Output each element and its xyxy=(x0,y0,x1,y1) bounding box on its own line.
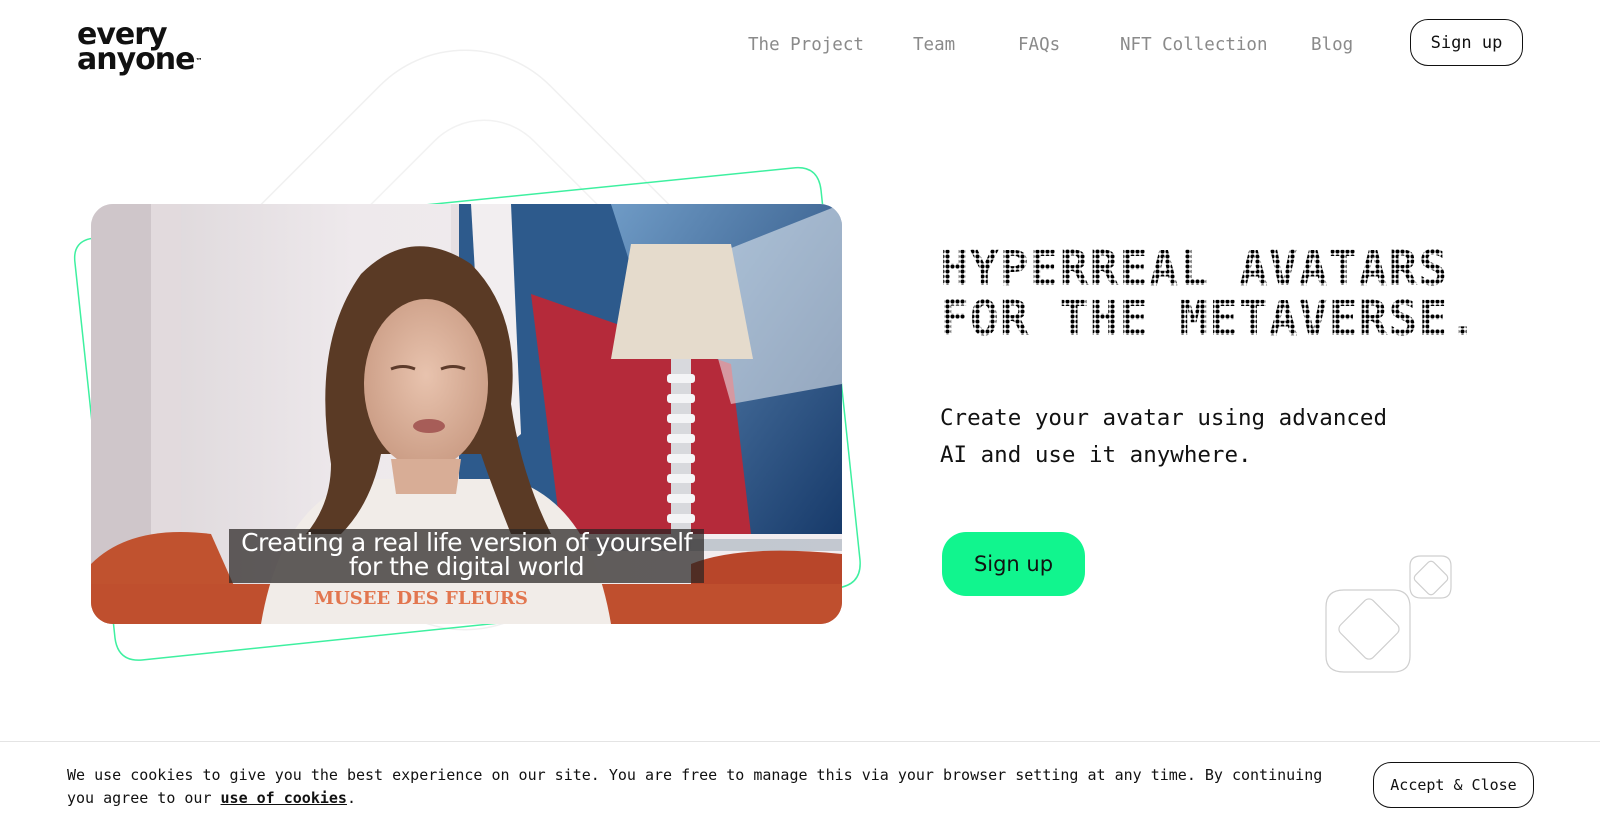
headline-line-1: HYPERREAL AVATARS xyxy=(940,244,1540,294)
video-caption: Creating a real life version of yourself… xyxy=(229,529,704,583)
hero-headline: HYPERREAL AVATARS FOR THE METAVERSE. xyxy=(940,244,1540,344)
site-header: every anyone™ The Project Team FAQs NFT … xyxy=(0,0,1600,90)
logo-line-2: anyone™ xyxy=(77,42,202,77)
shirt-print: MUSEE DES FLEURS xyxy=(314,588,528,609)
subtitle-line-1: Create your avatar using advanced xyxy=(940,405,1388,431)
nav-item-blog[interactable]: Blog xyxy=(1311,35,1353,55)
nav-item-team[interactable]: Team xyxy=(913,35,955,55)
cookie-policy-link[interactable]: use of cookies xyxy=(221,789,347,807)
caption-line-2: for the digital world xyxy=(348,552,585,581)
trademark-symbol: ™ xyxy=(195,57,202,65)
subtitle-line-2: AI and use it anywhere. xyxy=(940,442,1252,468)
cookie-banner: We use cookies to give you the best expe… xyxy=(0,741,1600,834)
header-signup-button[interactable]: Sign up xyxy=(1410,19,1523,66)
nav-item-the-project[interactable]: The Project xyxy=(748,35,864,55)
everyanyone-logo[interactable]: every anyone™ xyxy=(77,20,202,77)
nav-item-faqs[interactable]: FAQs xyxy=(1018,35,1060,55)
nav-item-nft-collection[interactable]: NFT Collection xyxy=(1120,35,1268,55)
cookie-message: We use cookies to give you the best expe… xyxy=(67,764,1347,810)
accept-close-button[interactable]: Accept & Close xyxy=(1373,762,1534,808)
hero-subtitle: Create your avatar using advanced AI and… xyxy=(940,400,1410,474)
cookie-suffix: . xyxy=(346,789,356,807)
hero-signup-button[interactable]: Sign up xyxy=(942,532,1085,596)
hexagon-icon xyxy=(1325,555,1452,673)
headline-line-2: FOR THE METAVERSE. xyxy=(940,294,1540,344)
hero-video[interactable]: MUSEE DES FLEURS Creating a real life ve… xyxy=(91,204,842,624)
